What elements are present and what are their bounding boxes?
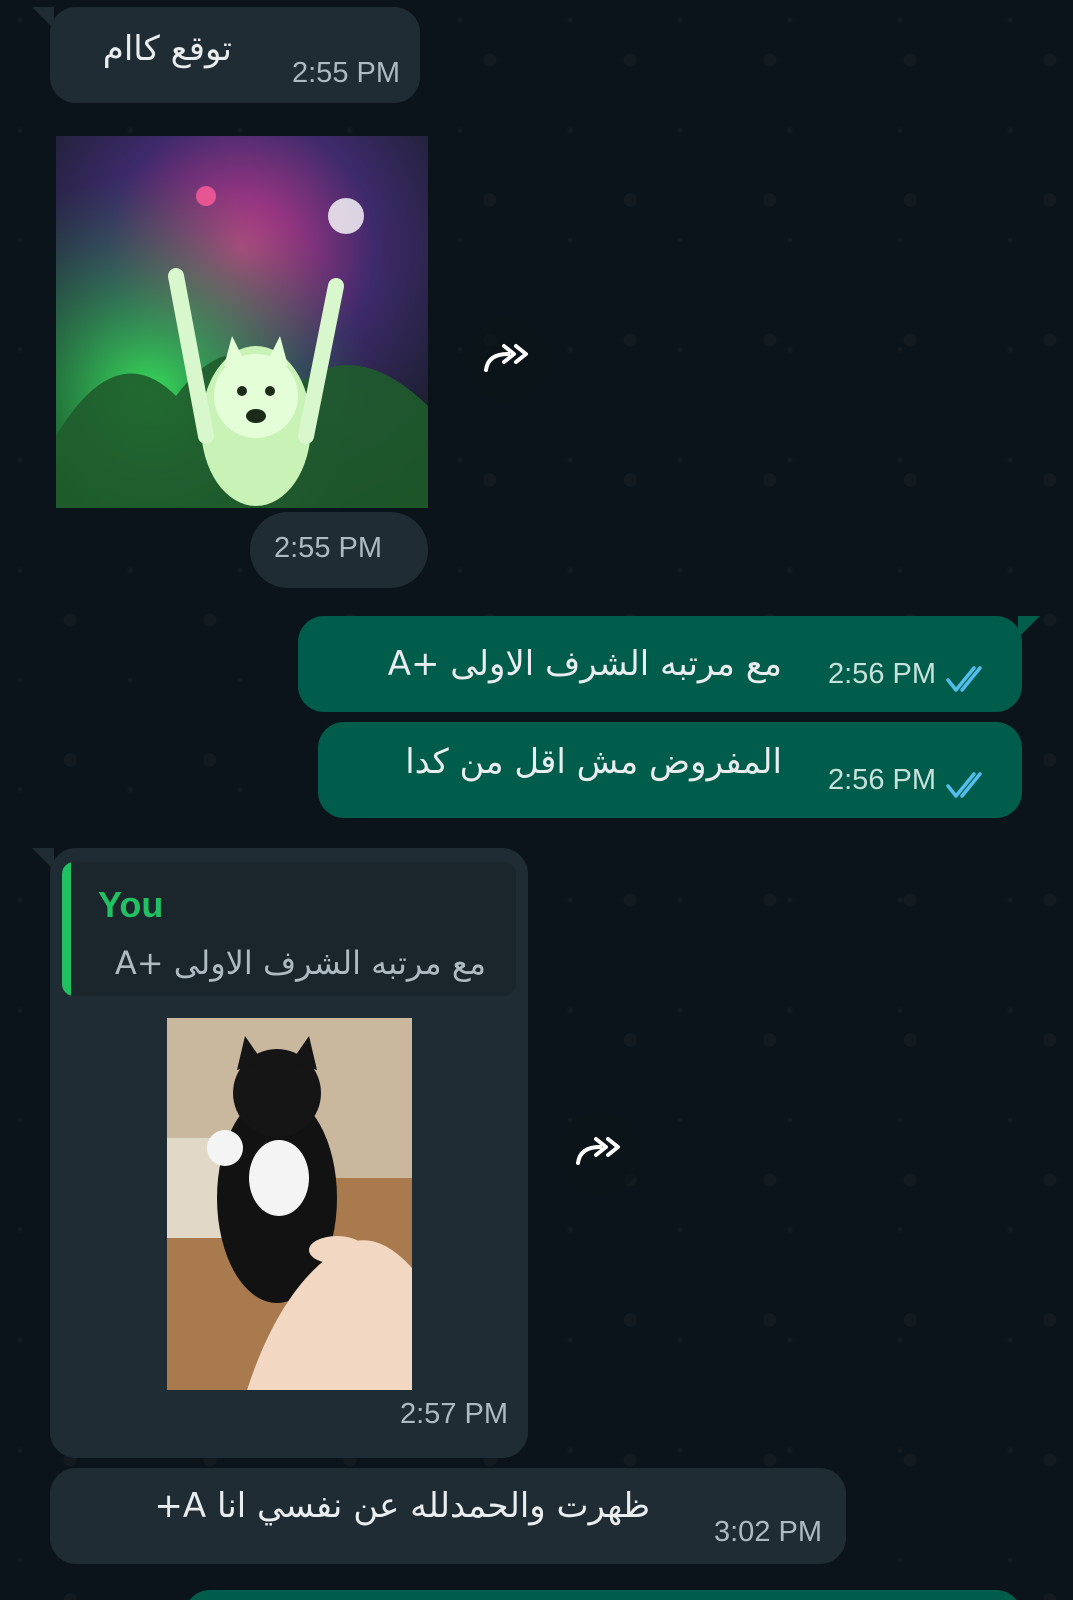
quote-text: مع مرتبه الشرف الاولى +A xyxy=(114,944,486,982)
quote-accent-bar xyxy=(62,862,71,996)
cat-high-five-image[interactable] xyxy=(167,1018,412,1390)
party-cat-image xyxy=(56,136,428,508)
message-time: 2:55 PM xyxy=(274,532,382,564)
forward-button[interactable] xyxy=(466,318,550,402)
outgoing-message[interactable]: مع مرتبه الشرف الاولى +A 2:56 PM xyxy=(298,616,1040,712)
message-time: 3:02 PM xyxy=(714,1516,822,1548)
image-time-badge: 2:55 PM xyxy=(250,512,428,588)
cat-image xyxy=(167,1018,412,1390)
message-time: 2:56 PM xyxy=(828,764,936,796)
message-text: ظهرت والحمدلله عن نفسي انا A+ xyxy=(154,1486,650,1526)
outgoing-message-partial[interactable] xyxy=(184,1590,1022,1600)
message-time: 2:55 PM xyxy=(292,57,400,89)
message-text: المفروض مش اقل من كدا xyxy=(405,742,782,782)
double-check-icon xyxy=(946,666,982,692)
quote-author: You xyxy=(98,884,164,925)
chat-conversation: توقع كاام 2:55 PM 2:55 PM مع مرتبه الشرف… xyxy=(0,0,1073,1600)
quoted-message[interactable]: You مع مرتبه الشرف الاولى +A xyxy=(62,862,516,996)
forward-icon xyxy=(484,344,528,372)
message-time: 2:56 PM xyxy=(828,658,936,690)
message-text: مع مرتبه الشرف الاولى +A xyxy=(387,644,782,684)
message-text: توقع كاام xyxy=(102,29,232,69)
outgoing-message[interactable]: المفروض مش اقل من كدا 2:56 PM xyxy=(318,722,1022,818)
message-time: 2:57 PM xyxy=(400,1398,508,1430)
forward-button[interactable] xyxy=(558,1111,642,1195)
dancing-cat-image[interactable] xyxy=(56,136,428,508)
incoming-message[interactable]: ظهرت والحمدلله عن نفسي انا A+ 3:02 PM xyxy=(50,1468,846,1564)
forward-icon xyxy=(576,1137,620,1165)
double-check-icon xyxy=(946,772,982,798)
incoming-reply-message[interactable]: You مع مرتبه الشرف الاولى +A 2:57 PM xyxy=(32,848,528,1458)
incoming-message[interactable]: توقع كاام 2:55 PM xyxy=(32,7,420,103)
